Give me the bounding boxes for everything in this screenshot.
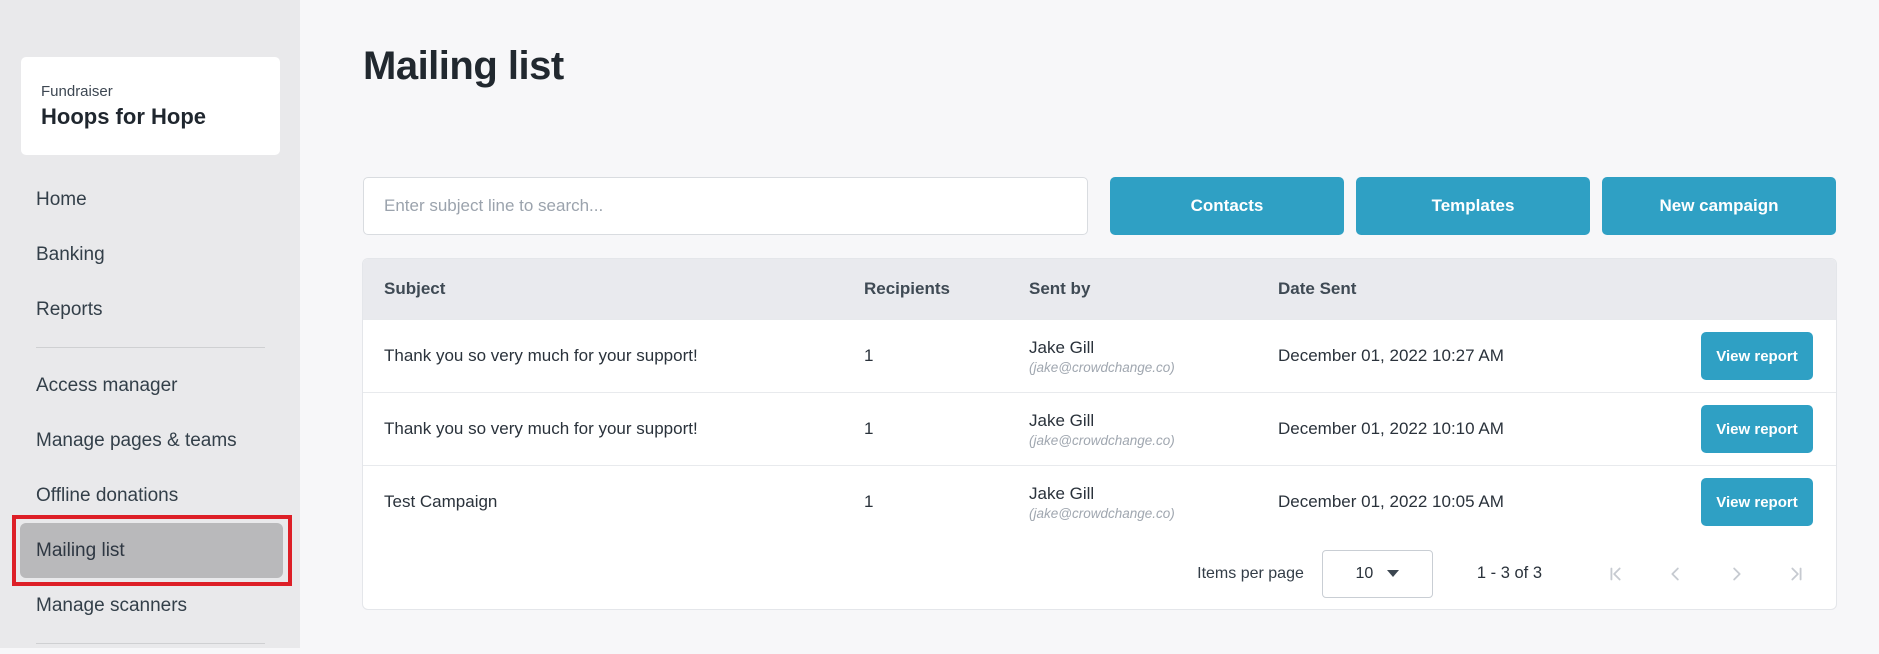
search-input[interactable] — [363, 177, 1088, 235]
sender-email: (jake@crowdchange.co) — [1029, 433, 1257, 448]
cell-date-sent: December 01, 2022 10:05 AM — [1257, 492, 1680, 512]
sender-name: Jake Gill — [1029, 338, 1257, 358]
cell-sent-by: Jake Gill (jake@crowdchange.co) — [1008, 411, 1257, 448]
sidebar-divider-bottom — [36, 643, 265, 644]
new-campaign-button[interactable]: New campaign — [1602, 177, 1836, 235]
page-title: Mailing list — [363, 44, 564, 89]
items-per-page-label: Items per page — [1197, 565, 1304, 583]
controls-row: Contacts Templates New campaign — [363, 177, 1836, 235]
fundraiser-label: Fundraiser — [41, 83, 280, 100]
page-size-select[interactable]: 10 — [1322, 550, 1433, 598]
sidebar-item-manage-pages-teams[interactable]: Manage pages & teams — [0, 413, 300, 468]
cell-recipients: 1 — [843, 346, 1008, 366]
contacts-button[interactable]: Contacts — [1110, 177, 1344, 235]
page-size-value: 10 — [1355, 565, 1373, 583]
sidebar-item-access-manager[interactable]: Access manager — [0, 358, 300, 413]
cell-sent-by: Jake Gill (jake@crowdchange.co) — [1008, 338, 1257, 375]
last-page-icon[interactable] — [1784, 562, 1808, 586]
chevron-down-icon — [1387, 570, 1399, 577]
sidebar-divider — [36, 347, 265, 348]
sidebar-item-mailing-list-wrap: Mailing list — [0, 523, 300, 578]
sender-email: (jake@crowdchange.co) — [1029, 360, 1257, 375]
sender-name: Jake Gill — [1029, 411, 1257, 431]
cell-recipients: 1 — [843, 492, 1008, 512]
sidebar-item-reports[interactable]: Reports — [0, 282, 300, 337]
table-row: Thank you so very much for your support!… — [363, 392, 1836, 465]
table-row: Test Campaign 1 Jake Gill (jake@crowdcha… — [363, 465, 1836, 538]
cell-date-sent: December 01, 2022 10:10 AM — [1257, 419, 1680, 439]
cell-actions: View report — [1680, 478, 1836, 526]
main-content: Mailing list Contacts Templates New camp… — [300, 0, 1879, 648]
cell-subject: Thank you so very much for your support! — [363, 419, 843, 439]
table-header-row: Subject Recipients Sent by Date Sent — [363, 259, 1836, 319]
fundraiser-name: Hoops for Hope — [41, 104, 280, 130]
view-report-button[interactable]: View report — [1701, 405, 1813, 453]
sidebar: Fundraiser Hoops for Hope Home Banking R… — [0, 0, 300, 648]
mailing-list-table: Subject Recipients Sent by Date Sent Tha… — [362, 258, 1837, 610]
sidebar-item-offline-donations[interactable]: Offline donations — [0, 468, 300, 523]
first-page-icon[interactable] — [1604, 562, 1628, 586]
templates-button[interactable]: Templates — [1356, 177, 1590, 235]
cell-sent-by: Jake Gill (jake@crowdchange.co) — [1008, 484, 1257, 521]
table-pagination: Items per page 10 1 - 3 of 3 — [363, 538, 1836, 608]
previous-page-icon[interactable] — [1664, 562, 1688, 586]
sidebar-item-mailing-list[interactable]: Mailing list — [20, 523, 283, 578]
header-subject: Subject — [363, 279, 843, 299]
pagination-range-label: 1 - 3 of 3 — [1477, 564, 1542, 583]
fundraiser-card: Fundraiser Hoops for Hope — [21, 57, 280, 155]
sidebar-item-home[interactable]: Home — [0, 172, 300, 227]
header-recipients: Recipients — [843, 279, 1008, 299]
sidebar-item-manage-scanners[interactable]: Manage scanners — [0, 578, 300, 633]
next-page-icon[interactable] — [1724, 562, 1748, 586]
cell-date-sent: December 01, 2022 10:27 AM — [1257, 346, 1680, 366]
header-sent-by: Sent by — [1008, 279, 1257, 299]
cell-actions: View report — [1680, 405, 1836, 453]
table-row: Thank you so very much for your support!… — [363, 319, 1836, 392]
cell-recipients: 1 — [843, 419, 1008, 439]
pager-controls — [1568, 562, 1808, 586]
view-report-button[interactable]: View report — [1701, 478, 1813, 526]
cell-subject: Test Campaign — [363, 492, 843, 512]
cell-actions: View report — [1680, 332, 1836, 380]
sidebar-nav: Home Banking Reports Access manager Mana… — [0, 172, 300, 654]
header-date-sent: Date Sent — [1257, 279, 1680, 299]
cell-subject: Thank you so very much for your support! — [363, 346, 843, 366]
sender-email: (jake@crowdchange.co) — [1029, 506, 1257, 521]
view-report-button[interactable]: View report — [1701, 332, 1813, 380]
sidebar-item-banking[interactable]: Banking — [0, 227, 300, 282]
sender-name: Jake Gill — [1029, 484, 1257, 504]
